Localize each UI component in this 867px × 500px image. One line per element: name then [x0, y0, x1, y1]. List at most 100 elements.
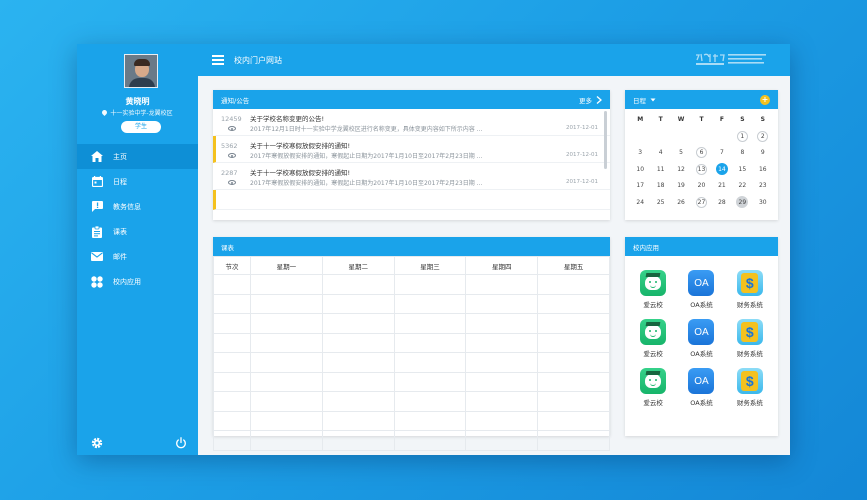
calendar-day[interactable]: 18	[650, 179, 670, 193]
timetable-cell[interactable]	[213, 313, 251, 334]
app-tile[interactable]: $ 财务系统	[726, 368, 774, 407]
timetable-cell[interactable]	[465, 274, 539, 295]
timetable-cell[interactable]	[393, 391, 467, 412]
calendar-day[interactable]: 6	[691, 146, 711, 160]
calendar-day[interactable]: 13	[691, 163, 711, 177]
app-tile[interactable]: $ 财务系统	[726, 319, 774, 358]
sidebar-item-mail[interactable]: 邮件	[77, 244, 198, 269]
calendar-day[interactable]: 9	[753, 146, 773, 160]
calendar-day[interactable]: 21	[712, 179, 732, 193]
app-tile[interactable]: 爱云校	[629, 368, 677, 407]
timetable-cell[interactable]	[213, 332, 251, 353]
timetable-cell[interactable]	[321, 410, 395, 431]
timetable-cell[interactable]	[250, 293, 323, 314]
timetable-cell[interactable]	[213, 410, 251, 431]
calendar-day[interactable]: 19	[671, 179, 691, 193]
calendar-day[interactable]: 25	[650, 196, 670, 210]
timetable-cell[interactable]	[393, 371, 467, 392]
timetable-cell[interactable]	[213, 391, 251, 412]
sidebar-item-schedule[interactable]: 日程	[77, 169, 198, 194]
timetable-cell[interactable]	[537, 371, 610, 392]
calendar-dropdown[interactable]: 日程	[633, 95, 656, 105]
timetable-cell[interactable]	[393, 430, 467, 451]
calendar-day[interactable]: 5	[671, 146, 691, 160]
timetable-cell[interactable]	[393, 352, 467, 373]
timetable-cell[interactable]	[213, 352, 251, 373]
timetable-cell[interactable]	[537, 352, 610, 373]
timetable-cell[interactable]	[537, 274, 610, 295]
calendar-day[interactable]: 16	[753, 163, 773, 177]
calendar-day[interactable]: 29	[732, 196, 752, 210]
sidebar-item-timetable[interactable]: 课表	[77, 219, 198, 244]
timetable-cell[interactable]	[250, 313, 323, 334]
calendar-day[interactable]: 1	[732, 130, 752, 144]
timetable-cell[interactable]	[393, 332, 467, 353]
sidebar-item-apps[interactable]: 校内应用	[77, 269, 198, 294]
timetable-cell[interactable]	[250, 274, 323, 295]
timetable-cell[interactable]	[250, 352, 323, 373]
app-tile[interactable]: $ 财务系统	[726, 270, 774, 309]
calendar-day[interactable]: 7	[712, 146, 732, 160]
app-tile[interactable]: OA OA系统	[677, 368, 725, 407]
avatar[interactable]	[124, 54, 158, 88]
timetable-cell[interactable]	[465, 352, 539, 373]
timetable-cell[interactable]	[321, 293, 395, 314]
timetable-cell[interactable]	[213, 371, 251, 392]
timetable-cell[interactable]	[321, 274, 395, 295]
timetable-cell[interactable]	[537, 430, 610, 451]
timetable-cell[interactable]	[250, 371, 323, 392]
app-tile[interactable]: 爱云校	[629, 270, 677, 309]
timetable-cell[interactable]	[321, 352, 395, 373]
timetable-cell[interactable]	[321, 391, 395, 412]
notice-item[interactable]: 12459 关于学校名称变更的公告! 2017年12月1日时十一实验中学龙翼校区…	[213, 109, 610, 136]
timetable-cell[interactable]	[250, 332, 323, 353]
timetable-cell[interactable]	[321, 371, 395, 392]
timetable-cell[interactable]	[213, 430, 251, 451]
calendar-day[interactable]: 4	[650, 146, 670, 160]
timetable-cell[interactable]	[465, 391, 539, 412]
timetable-cell[interactable]	[250, 410, 323, 431]
calendar-day[interactable]: 24	[630, 196, 650, 210]
calendar-day[interactable]: 11	[650, 163, 670, 177]
timetable-cell[interactable]	[393, 293, 467, 314]
timetable-cell[interactable]	[393, 274, 467, 295]
calendar-day[interactable]: 10	[630, 163, 650, 177]
timetable-cell[interactable]	[537, 293, 610, 314]
calendar-day[interactable]: 30	[753, 196, 773, 210]
timetable-cell[interactable]	[465, 371, 539, 392]
timetable-cell[interactable]	[465, 332, 539, 353]
calendar-day[interactable]: 3	[630, 146, 650, 160]
calendar-day[interactable]: 23	[753, 179, 773, 193]
timetable-cell[interactable]	[465, 430, 539, 451]
calendar-day[interactable]: 14	[712, 163, 732, 177]
gear-icon[interactable]	[91, 434, 103, 449]
notice-scrollbar[interactable]	[604, 111, 607, 169]
calendar-day[interactable]: 20	[691, 179, 711, 193]
timetable-cell[interactable]	[537, 410, 610, 431]
timetable-cell[interactable]	[465, 313, 539, 334]
calendar-day[interactable]: 27	[691, 196, 711, 210]
calendar-day[interactable]: 2	[753, 130, 773, 144]
timetable-cell[interactable]	[465, 293, 539, 314]
timetable-cell[interactable]	[250, 430, 323, 451]
notice-item[interactable]: 2287 关于十一学校寒假放假安排的通知! 2017年寒假放假安排的通知，寒假起…	[213, 163, 610, 190]
timetable-cell[interactable]	[213, 293, 251, 314]
calendar-day[interactable]: 22	[732, 179, 752, 193]
app-tile[interactable]: OA OA系统	[677, 270, 725, 309]
timetable-cell[interactable]	[537, 391, 610, 412]
menu-toggle-icon[interactable]	[212, 55, 224, 65]
calendar-day[interactable]: 17	[630, 179, 650, 193]
calendar-day[interactable]: 26	[671, 196, 691, 210]
calendar-day[interactable]: 28	[712, 196, 732, 210]
power-icon[interactable]	[175, 434, 187, 449]
timetable-cell[interactable]	[250, 391, 323, 412]
timetable-cell[interactable]	[321, 430, 395, 451]
sidebar-item-academic[interactable]: 教务信息	[77, 194, 198, 219]
timetable-cell[interactable]	[393, 410, 467, 431]
timetable-cell[interactable]	[537, 332, 610, 353]
app-tile[interactable]: 爱云校	[629, 319, 677, 358]
calendar-day[interactable]: 8	[732, 146, 752, 160]
timetable-cell[interactable]	[393, 313, 467, 334]
more-link[interactable]: 更多	[579, 95, 602, 105]
calendar-day[interactable]: 15	[732, 163, 752, 177]
